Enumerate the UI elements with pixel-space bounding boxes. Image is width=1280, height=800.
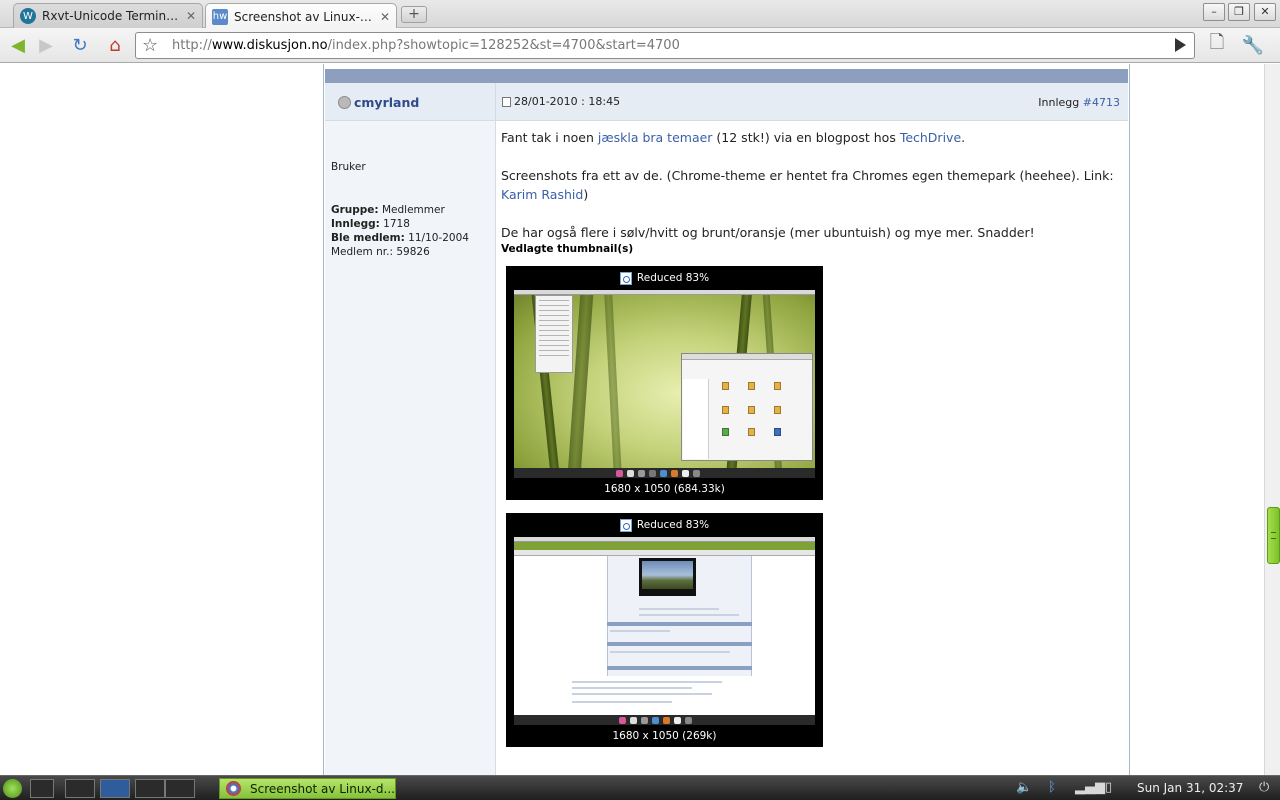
volume-icon[interactable]: 🔈 (1016, 780, 1032, 795)
file-manager-window (681, 353, 813, 461)
thumbnail-2[interactable]: Reduced 83% 1680 x 1050 (269k) (506, 513, 823, 747)
user-info-column: Bruker Gruppe: Medlemmer Innlegg: 1718 B… (325, 121, 496, 775)
thumbnail-image-browser[interactable] (514, 537, 815, 725)
thumb-caption: Reduced 83% (506, 513, 823, 537)
wordpress-icon: W (20, 8, 36, 24)
reload-icon[interactable]: ↻ (68, 33, 92, 57)
minimize-button[interactable]: – (1203, 3, 1225, 21)
magnify-icon (619, 271, 632, 285)
tab-screenshot[interactable]: hw Screenshot av Linux-de... ✕ (205, 3, 397, 29)
page-viewport: cmyrland 28/01-2010 : 18:45 Innlegg #471… (0, 64, 1264, 775)
app-menu (535, 295, 573, 373)
thumb-caption: Reduced 83% (506, 266, 823, 290)
tab-title: Screenshot av Linux-de... (234, 9, 374, 24)
link-themes[interactable]: jæskla bra temaer (598, 130, 713, 145)
post-number: Innlegg #4713 (1038, 96, 1120, 109)
post-number-link[interactable]: #4713 (1083, 96, 1120, 109)
forward-arrow-icon[interactable]: ▶ (34, 33, 58, 57)
post-body: Fant tak i noen jæskla bra temaer (12 st… (501, 128, 1125, 261)
browser-toolbar: ◀ ▶ ↻ ⌂ ☆ http://www.diskusjon.no/index.… (0, 28, 1280, 63)
post-paragraph: Screenshots fra ett av de. (Chrome-theme… (501, 168, 1114, 202)
thumb-size: 1680 x 1050 (684.33k) (604, 483, 725, 495)
clock[interactable]: Sun Jan 31, 02:37 (1137, 781, 1243, 795)
page-menu-icon[interactable]: 🗋 (1205, 32, 1229, 57)
workspace-1-icon[interactable] (135, 779, 165, 798)
back-arrow-icon[interactable]: ◀ (6, 33, 30, 57)
thumbnail-image-desktop[interactable] (514, 290, 815, 478)
username-link[interactable]: cmyrland (354, 95, 419, 110)
bluetooth-icon[interactable]: ᛒ (1048, 780, 1056, 795)
new-tab-button[interactable]: + (401, 6, 427, 23)
address-bar[interactable]: ☆ http://www.diskusjon.no/index.php?show… (135, 32, 1195, 59)
post-date: 28/01-2010 : 18:45 (502, 95, 620, 108)
chrome-launcher-icon[interactable] (100, 779, 130, 798)
post-header: cmyrland 28/01-2010 : 18:45 Innlegg #471… (325, 83, 1128, 121)
close-icon[interactable]: ✕ (186, 9, 196, 23)
post-author[interactable]: cmyrland (338, 95, 419, 110)
star-icon[interactable]: ☆ (142, 35, 158, 56)
close-window-button[interactable]: ✕ (1254, 3, 1276, 21)
wrench-icon[interactable]: 🔧 (1241, 33, 1265, 57)
magnify-icon (619, 518, 632, 532)
tab-strip: W Rxvt-Unicode Terminal ... ✕ hw Screens… (0, 0, 1280, 29)
close-icon[interactable]: ✕ (380, 10, 390, 24)
chrome-icon (226, 781, 241, 796)
link-karim-rashid[interactable]: Karim Rashid (501, 187, 583, 202)
link-techdrive[interactable]: TechDrive (900, 130, 961, 145)
workspace-2-icon[interactable] (165, 779, 195, 798)
url-text[interactable]: http://www.diskusjon.no/index.php?showto… (172, 38, 680, 53)
thumb-size: 1680 x 1050 (269k) (612, 730, 717, 742)
thumbnail-1[interactable]: Reduced 83% 1680 x 1050 (684.33k) (506, 266, 823, 500)
scrollbar-thumb[interactable] (1267, 507, 1280, 564)
attachments-label: Vedlagte thumbnail(s) (501, 243, 634, 255)
go-arrow-icon[interactable] (1175, 38, 1186, 52)
page-scrollbar[interactable] (1264, 64, 1280, 775)
taskbar-task-browser[interactable]: Screenshot av Linux-d... (219, 778, 396, 799)
forum-post: cmyrland 28/01-2010 : 18:45 Innlegg #471… (323, 64, 1130, 775)
file-manager-icon[interactable] (30, 779, 54, 798)
show-desktop-icon[interactable] (65, 779, 95, 798)
post-icon (502, 96, 511, 107)
user-rank: Bruker (331, 161, 366, 173)
post-paragraph: De har også flere i sølv/hvitt og brunt/… (501, 225, 1035, 240)
user-info: Gruppe: Medlemmer Innlegg: 1718 Ble medl… (331, 204, 469, 258)
taskbar: Screenshot av Linux-d... 🔈 ᛒ ▂▄▆ ▯ Sun J… (0, 775, 1280, 800)
hw-icon: hw (212, 8, 228, 25)
divider (495, 83, 496, 121)
tab-rxvt[interactable]: W Rxvt-Unicode Terminal ... ✕ (13, 3, 203, 28)
tab-title: Rxvt-Unicode Terminal ... (42, 9, 180, 23)
post-paragraph: Fant tak i noen jæskla bra temaer (12 st… (501, 130, 966, 145)
maximize-button[interactable]: ❐ (1228, 3, 1250, 21)
home-icon[interactable]: ⌂ (103, 33, 127, 57)
power-icon[interactable]: ⏻ (1259, 780, 1269, 795)
user-icon (338, 96, 351, 109)
distro-logo-icon[interactable] (3, 779, 22, 798)
post-top-bar (325, 69, 1128, 83)
battery-icon[interactable]: ▯ (1105, 780, 1112, 795)
network-signal-icon[interactable]: ▂▄▆ (1075, 780, 1105, 795)
